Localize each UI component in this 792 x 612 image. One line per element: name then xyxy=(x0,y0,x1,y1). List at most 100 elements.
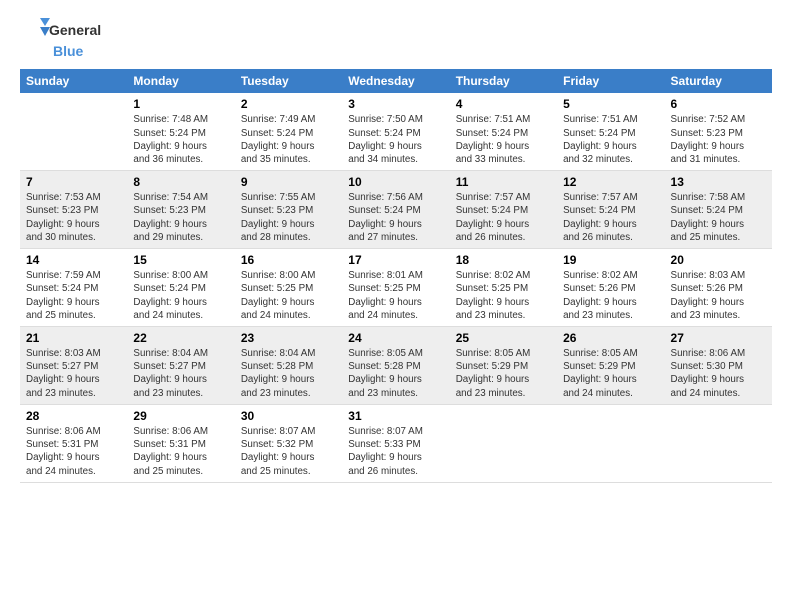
day-number: 17 xyxy=(348,253,443,267)
day-number: 4 xyxy=(456,97,551,111)
day-info: Sunrise: 7:52 AM Sunset: 5:23 PM Dayligh… xyxy=(671,113,766,166)
calendar-cell: 2 Sunrise: 7:49 AM Sunset: 5:24 PM Daylig… xyxy=(235,93,342,170)
day-info: Sunrise: 7:57 AM Sunset: 5:24 PM Dayligh… xyxy=(563,191,658,244)
day-number: 1 xyxy=(133,97,228,111)
day-number: 15 xyxy=(133,253,228,267)
calendar-cell: 29 Sunrise: 8:06 AM Sunset: 5:31 PM Dayli… xyxy=(127,404,234,482)
day-info: Sunrise: 8:01 AM Sunset: 5:25 PM Dayligh… xyxy=(348,269,443,322)
calendar-cell: 5 Sunrise: 7:51 AM Sunset: 5:24 PM Daylig… xyxy=(557,93,664,170)
day-number: 5 xyxy=(563,97,658,111)
day-number: 31 xyxy=(348,409,443,423)
calendar-cell: 6 Sunrise: 7:52 AM Sunset: 5:23 PM Daylig… xyxy=(665,93,772,170)
calendar-cell: 27 Sunrise: 8:06 AM Sunset: 5:30 PM Dayli… xyxy=(665,327,772,405)
day-info: Sunrise: 7:54 AM Sunset: 5:23 PM Dayligh… xyxy=(133,191,228,244)
col-friday: Friday xyxy=(557,69,664,93)
col-sunday: Sunday xyxy=(20,69,127,93)
day-number: 13 xyxy=(671,175,766,189)
day-number: 24 xyxy=(348,331,443,345)
logo-general: General xyxy=(49,23,101,38)
day-number: 19 xyxy=(563,253,658,267)
day-number: 29 xyxy=(133,409,228,423)
day-number: 8 xyxy=(133,175,228,189)
day-info: Sunrise: 8:07 AM Sunset: 5:33 PM Dayligh… xyxy=(348,425,443,478)
col-thursday: Thursday xyxy=(450,69,557,93)
day-number: 27 xyxy=(671,331,766,345)
calendar-cell: 26 Sunrise: 8:05 AM Sunset: 5:29 PM Dayli… xyxy=(557,327,664,405)
day-number: 18 xyxy=(456,253,551,267)
calendar-cell: 25Sunrise: 8:05 AM Sunset: 5:29 PM Dayli… xyxy=(450,327,557,405)
day-info: Sunrise: 8:03 AM Sunset: 5:27 PM Dayligh… xyxy=(26,347,121,400)
day-number: 26 xyxy=(563,331,658,345)
day-info: Sunrise: 7:59 AM Sunset: 5:24 PM Dayligh… xyxy=(26,269,121,322)
day-number: 14 xyxy=(26,253,121,267)
calendar-cell: 19 Sunrise: 8:02 AM Sunset: 5:26 PM Dayli… xyxy=(557,249,664,327)
day-info: Sunrise: 7:58 AM Sunset: 5:24 PM Dayligh… xyxy=(671,191,766,244)
day-info: Sunrise: 8:02 AM Sunset: 5:25 PM Dayligh… xyxy=(456,269,551,322)
day-number: 3 xyxy=(348,97,443,111)
calendar-cell: 14 Sunrise: 7:59 AM Sunset: 5:24 PM Dayli… xyxy=(20,249,127,327)
day-info: Sunrise: 8:06 AM Sunset: 5:30 PM Dayligh… xyxy=(671,347,766,400)
day-info: Sunrise: 7:56 AM Sunset: 5:24 PM Dayligh… xyxy=(348,191,443,244)
calendar-cell: 1Sunrise: 7:48 AM Sunset: 5:24 PM Daylig… xyxy=(127,93,234,170)
calendar-cell xyxy=(450,404,557,482)
day-info: Sunrise: 8:04 AM Sunset: 5:27 PM Dayligh… xyxy=(133,347,228,400)
day-info: Sunrise: 8:00 AM Sunset: 5:25 PM Dayligh… xyxy=(241,269,336,322)
day-number: 7 xyxy=(26,175,121,189)
day-number: 16 xyxy=(241,253,336,267)
day-number: 6 xyxy=(671,97,766,111)
day-info: Sunrise: 7:57 AM Sunset: 5:24 PM Dayligh… xyxy=(456,191,551,244)
day-number: 20 xyxy=(671,253,766,267)
col-tuesday: Tuesday xyxy=(235,69,342,93)
calendar-cell: 7 Sunrise: 7:53 AM Sunset: 5:23 PM Daylig… xyxy=(20,171,127,249)
day-number: 11 xyxy=(456,175,551,189)
day-info: Sunrise: 8:06 AM Sunset: 5:31 PM Dayligh… xyxy=(26,425,121,478)
calendar-cell xyxy=(665,404,772,482)
calendar-cell: 31 Sunrise: 8:07 AM Sunset: 5:33 PM Dayli… xyxy=(342,404,449,482)
day-info: Sunrise: 8:05 AM Sunset: 5:28 PM Dayligh… xyxy=(348,347,443,400)
day-info: Sunrise: 7:55 AM Sunset: 5:23 PM Dayligh… xyxy=(241,191,336,244)
header: General Blue xyxy=(20,18,772,59)
day-number: 28 xyxy=(26,409,121,423)
calendar-cell: 23Sunrise: 8:04 AM Sunset: 5:28 PM Dayli… xyxy=(235,327,342,405)
calendar-cell: 20 Sunrise: 8:03 AM Sunset: 5:26 PM Dayli… xyxy=(665,249,772,327)
calendar-cell: 16 Sunrise: 8:00 AM Sunset: 5:25 PM Dayli… xyxy=(235,249,342,327)
day-info: Sunrise: 7:53 AM Sunset: 5:23 PM Dayligh… xyxy=(26,191,121,244)
day-number: 22 xyxy=(133,331,228,345)
col-wednesday: Wednesday xyxy=(342,69,449,93)
day-number: 10 xyxy=(348,175,443,189)
day-info: Sunrise: 8:04 AM Sunset: 5:28 PM Dayligh… xyxy=(241,347,336,400)
header-row: Sunday Monday Tuesday Wednesday Thursday… xyxy=(20,69,772,93)
calendar-cell: 22 Sunrise: 8:04 AM Sunset: 5:27 PM Dayli… xyxy=(127,327,234,405)
calendar-cell: 12Sunrise: 7:57 AM Sunset: 5:24 PM Dayli… xyxy=(557,171,664,249)
calendar-cell: 8 Sunrise: 7:54 AM Sunset: 5:23 PM Daylig… xyxy=(127,171,234,249)
day-info: Sunrise: 8:06 AM Sunset: 5:31 PM Dayligh… xyxy=(133,425,228,478)
day-info: Sunrise: 8:03 AM Sunset: 5:26 PM Dayligh… xyxy=(671,269,766,322)
calendar-cell: 24 Sunrise: 8:05 AM Sunset: 5:28 PM Dayli… xyxy=(342,327,449,405)
calendar-cell: 10 Sunrise: 7:56 AM Sunset: 5:24 PM Dayli… xyxy=(342,171,449,249)
calendar-cell xyxy=(557,404,664,482)
calendar-cell: 11 Sunrise: 7:57 AM Sunset: 5:24 PM Dayli… xyxy=(450,171,557,249)
day-info: Sunrise: 8:02 AM Sunset: 5:26 PM Dayligh… xyxy=(563,269,658,322)
calendar-week-row: 21 Sunrise: 8:03 AM Sunset: 5:27 PM Dayli… xyxy=(20,327,772,405)
day-info: Sunrise: 8:00 AM Sunset: 5:24 PM Dayligh… xyxy=(133,269,228,322)
col-monday: Monday xyxy=(127,69,234,93)
calendar-cell: 15 Sunrise: 8:00 AM Sunset: 5:24 PM Dayli… xyxy=(127,249,234,327)
calendar-week-row: 1Sunrise: 7:48 AM Sunset: 5:24 PM Daylig… xyxy=(20,93,772,170)
calendar-cell: 17 Sunrise: 8:01 AM Sunset: 5:25 PM Dayli… xyxy=(342,249,449,327)
day-info: Sunrise: 8:05 AM Sunset: 5:29 PM Dayligh… xyxy=(563,347,658,400)
day-info: Sunrise: 7:51 AM Sunset: 5:24 PM Dayligh… xyxy=(456,113,551,166)
logo: General Blue xyxy=(20,18,101,59)
day-number: 2 xyxy=(241,97,336,111)
calendar-cell: 4 Sunrise: 7:51 AM Sunset: 5:24 PM Daylig… xyxy=(450,93,557,170)
calendar-cell xyxy=(20,93,127,170)
day-info: Sunrise: 7:49 AM Sunset: 5:24 PM Dayligh… xyxy=(241,113,336,166)
day-info: Sunrise: 7:51 AM Sunset: 5:24 PM Dayligh… xyxy=(563,113,658,166)
day-number: 9 xyxy=(241,175,336,189)
calendar-cell: 28 Sunrise: 8:06 AM Sunset: 5:31 PM Dayli… xyxy=(20,404,127,482)
calendar-cell: 30Sunrise: 8:07 AM Sunset: 5:32 PM Dayli… xyxy=(235,404,342,482)
calendar-cell: 9 Sunrise: 7:55 AM Sunset: 5:23 PM Daylig… xyxy=(235,171,342,249)
day-info: Sunrise: 8:05 AM Sunset: 5:29 PM Dayligh… xyxy=(456,347,551,400)
day-number: 30 xyxy=(241,409,336,423)
day-number: 21 xyxy=(26,331,121,345)
logo-blue: Blue xyxy=(53,44,83,59)
